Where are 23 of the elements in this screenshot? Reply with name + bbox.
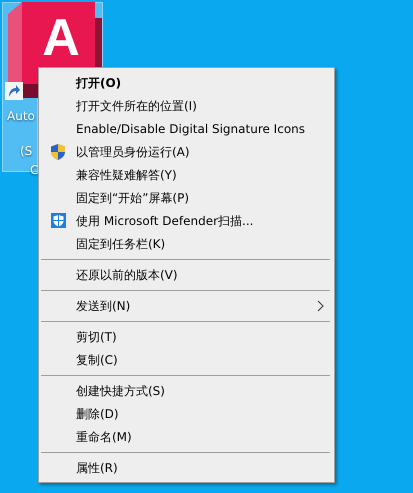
menu-item[interactable]: 固定到任务栏(K) [41, 232, 332, 255]
menu-item[interactable]: 还原以前的版本(V) [41, 263, 332, 286]
menu-item[interactable]: 打开(O) [41, 71, 332, 94]
menu-item[interactable]: 固定到“开始”屏幕(P) [41, 186, 332, 209]
chevron-right-icon [317, 300, 324, 312]
menu-item[interactable]: 重命名(M) [41, 425, 332, 448]
menu-item[interactable]: 发送到(N) [41, 294, 332, 317]
logo-letter: A [42, 10, 80, 66]
shield-icon [51, 144, 65, 160]
icon-label: Auto [7, 108, 35, 124]
menu-item[interactable]: 以管理员身份运行(A) [41, 140, 332, 163]
shield-icon [51, 213, 66, 228]
menu-item[interactable]: 兼容性疑难解答(Y) [41, 163, 332, 186]
menu-item[interactable]: 使用 Microsoft Defender扫描... [41, 209, 332, 232]
menu-item[interactable]: 复制(C) [41, 348, 332, 371]
icon-label: (S [20, 143, 32, 159]
menu-item[interactable]: 创建快捷方式(S) [41, 379, 332, 402]
menu-item[interactable]: 打开文件所在的位置(I) [41, 94, 332, 117]
menu-item[interactable]: 剪切(T) [41, 325, 332, 348]
icon-label: C [30, 162, 38, 178]
menu-item[interactable]: Enable/Disable Digital Signature Icons [41, 117, 332, 140]
menu-item[interactable]: 属性(R) [41, 456, 332, 479]
menu-item[interactable]: 删除(D) [41, 402, 332, 425]
